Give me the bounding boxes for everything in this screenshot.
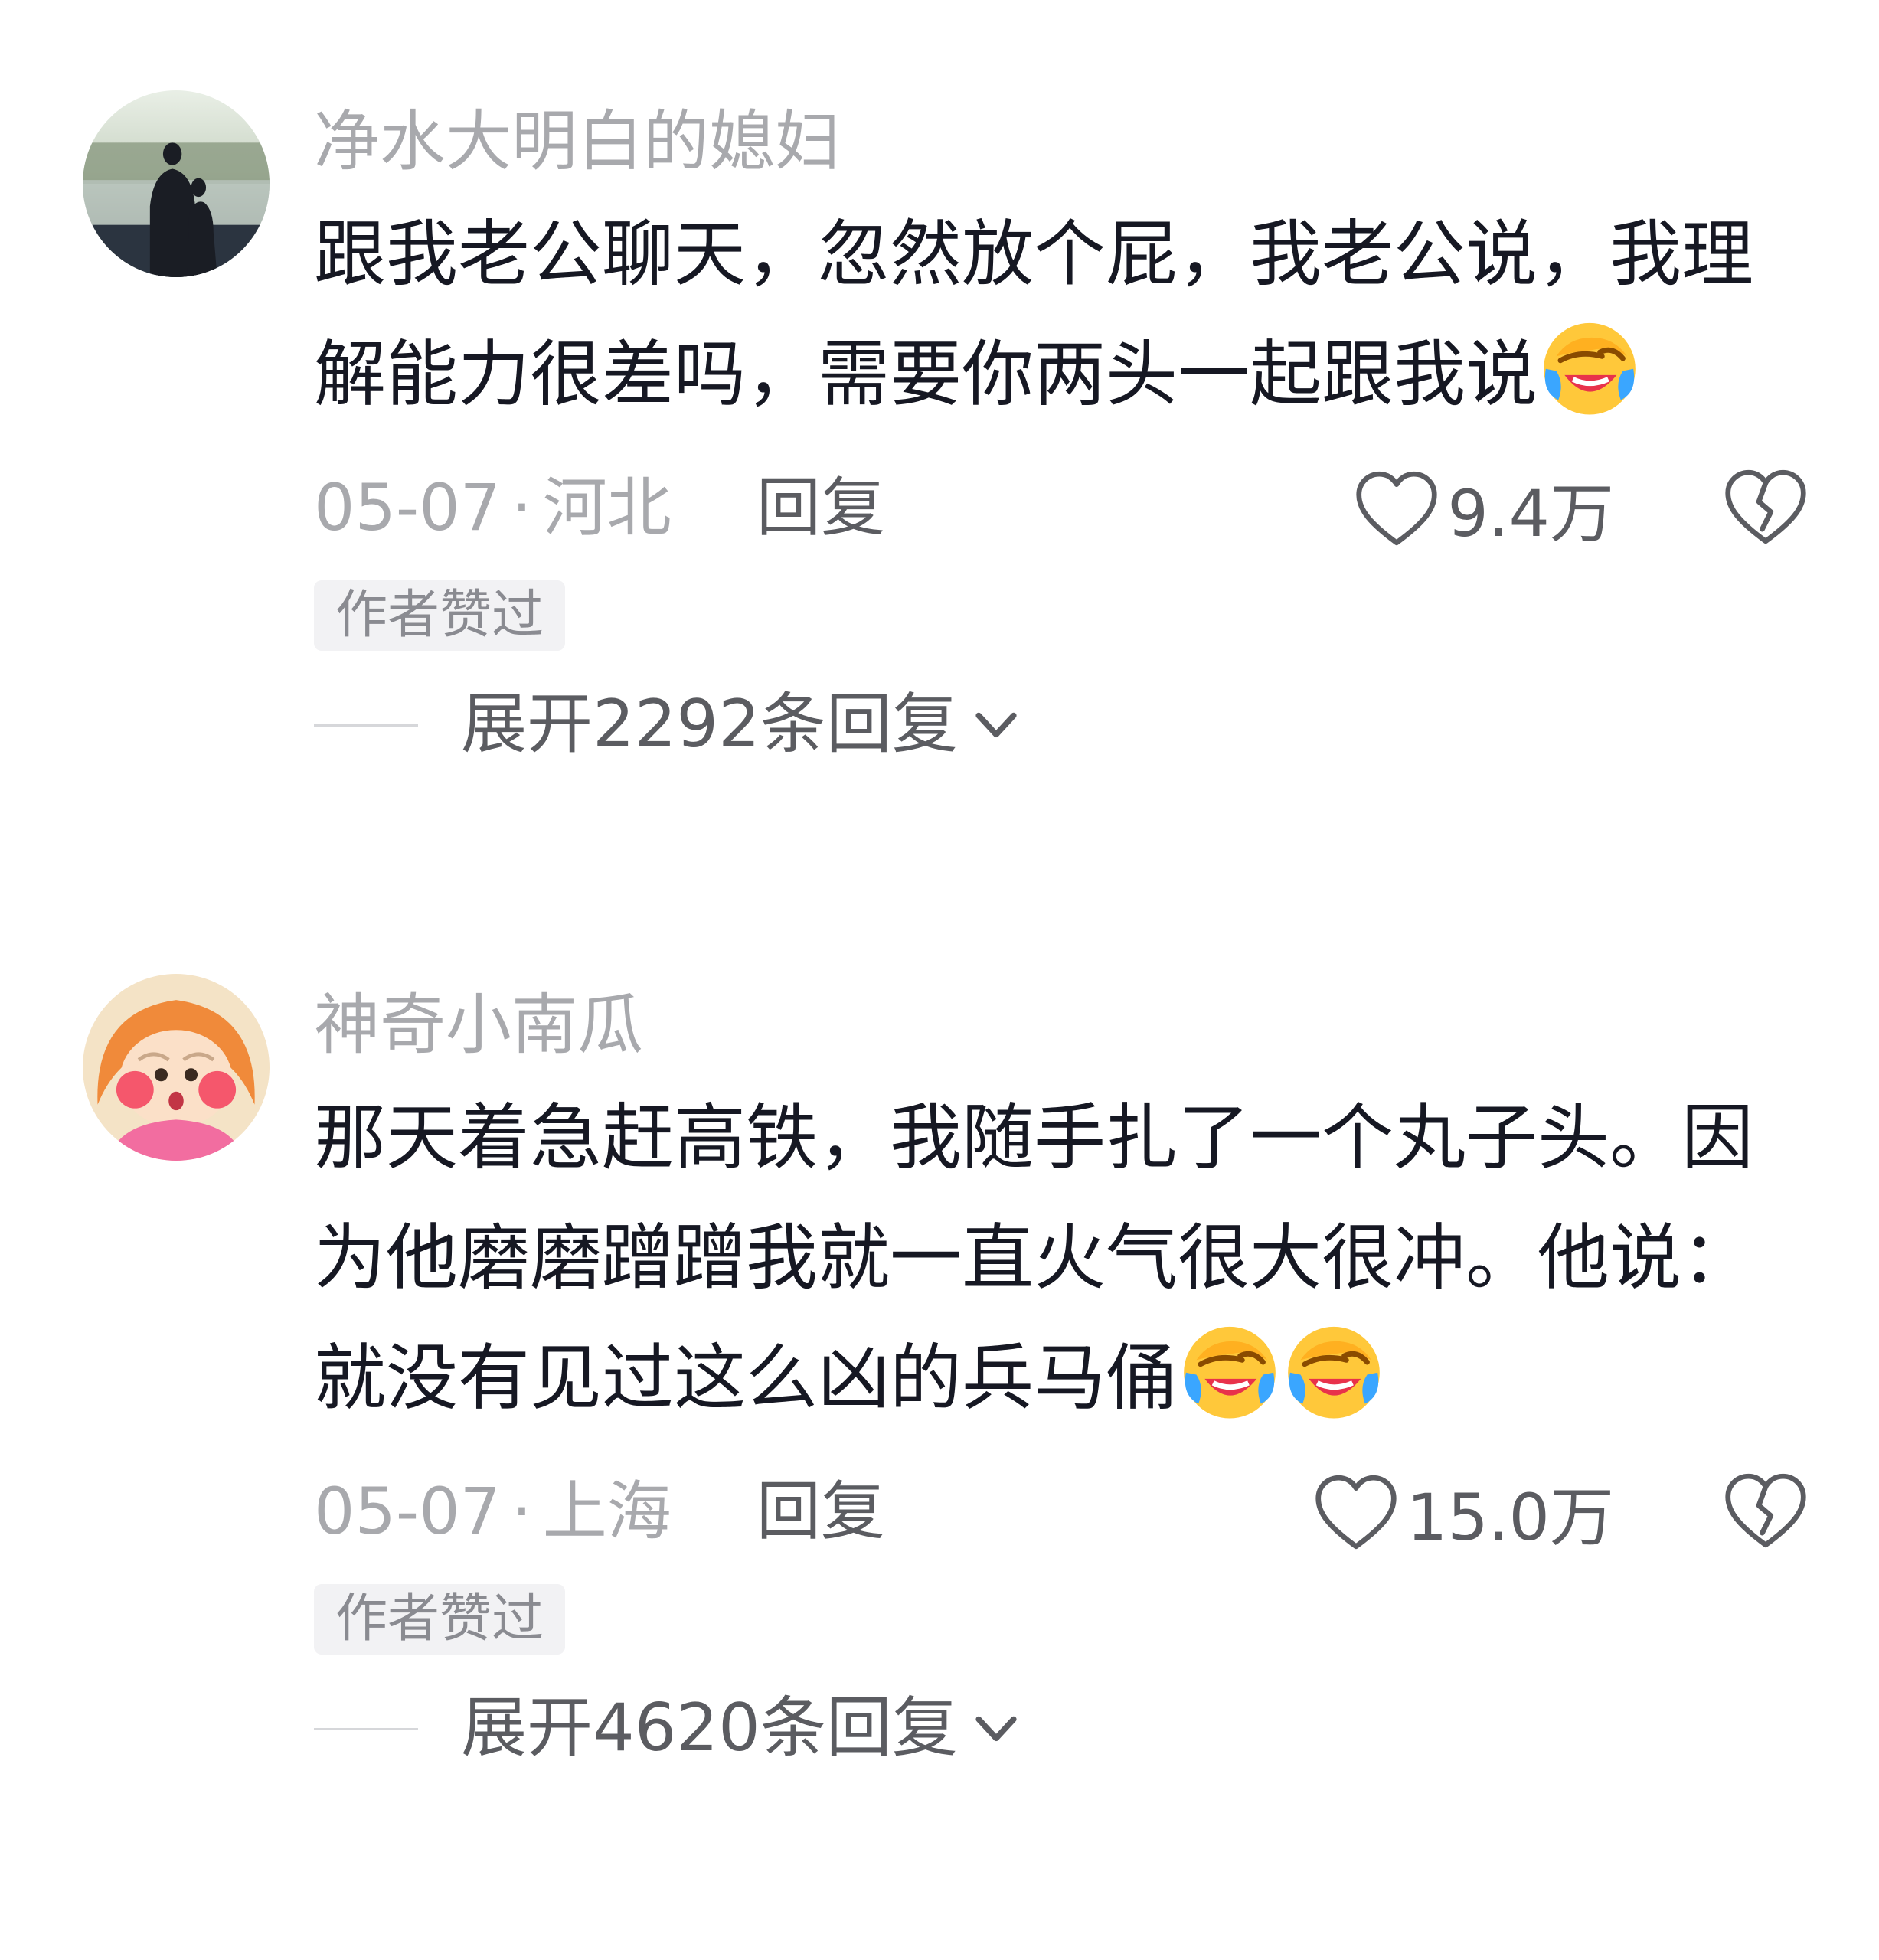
laugh-cry-emoji-icon xyxy=(1282,1318,1386,1423)
expand-replies[interactable]: 展开4620条回复 xyxy=(314,1677,1815,1777)
laugh-cry-emoji-icon xyxy=(1178,1318,1282,1423)
comment-meta: 05-07 · 上海 回复 15.0万 xyxy=(314,1455,1815,1570)
user-avatar[interactable] xyxy=(83,90,270,277)
comment-meta: 05-07 · 河北 回复 9.4万 xyxy=(314,452,1815,567)
expand-replies-label: 展开4620条回复 xyxy=(461,1690,958,1766)
avatar-silhouette-icon xyxy=(83,90,270,277)
dislike-button[interactable] xyxy=(1723,467,1809,547)
comment-text: 跟我老公聊天，忽然放个屁，我老公说，我理解能力很差吗，需要你两头一起跟我说 xyxy=(314,194,1799,435)
expand-replies-label: 展开2292条回复 xyxy=(461,686,958,763)
comment-date: 05-07 xyxy=(314,1474,502,1549)
broken-heart-icon xyxy=(1725,1473,1806,1548)
comment-location: 河北 xyxy=(542,470,672,545)
comment-date-location: 05-07 · 河北 xyxy=(314,466,672,550)
comment-username[interactable]: 净水大明白的媳妇 xyxy=(314,100,1815,184)
comment-location: 上海 xyxy=(542,1474,672,1549)
expand-replies[interactable]: 展开2292条回复 xyxy=(314,674,1815,773)
comment-date-location: 05-07 · 上海 xyxy=(314,1469,672,1553)
expand-replies-button[interactable]: 展开4620条回复 xyxy=(461,1684,1025,1772)
meta-separator: · xyxy=(511,1474,532,1549)
meta-separator: · xyxy=(511,470,532,545)
reply-button[interactable]: 回复 xyxy=(757,466,885,550)
chevron-down-icon xyxy=(975,712,1017,738)
broken-heart-icon xyxy=(1725,469,1806,544)
heart-outline-icon xyxy=(1315,1475,1397,1550)
user-avatar[interactable] xyxy=(83,974,270,1161)
chevron-down-icon xyxy=(975,1716,1017,1742)
heart-outline-icon xyxy=(1356,471,1438,546)
comment-text-content: 那天着急赶高铁，我随手扎了一个丸子头。因为他磨磨蹭蹭我就一直火气很大很冲。他说：… xyxy=(314,1096,1754,1420)
like-count: 9.4万 xyxy=(1447,475,1614,551)
author-liked-badge: 作者赞过 xyxy=(314,580,566,651)
expand-replies-button[interactable]: 展开2292条回复 xyxy=(461,680,1025,769)
comment-text: 那天着急赶高铁，我随手扎了一个丸子头。因为他磨磨蹭蹭我就一直火气很大很冲。他说：… xyxy=(314,1078,1799,1439)
dislike-button[interactable] xyxy=(1723,1471,1809,1550)
comment-date: 05-07 xyxy=(314,470,502,545)
avatar-cartoon-girl-icon xyxy=(83,974,270,1161)
like-button[interactable]: 9.4万 xyxy=(1354,462,1614,554)
expand-divider xyxy=(314,724,418,727)
like-button[interactable]: 15.0万 xyxy=(1313,1466,1614,1558)
like-count: 15.0万 xyxy=(1406,1479,1614,1555)
author-liked-badge: 作者赞过 xyxy=(314,1584,566,1655)
comment-username[interactable]: 神奇小南瓜 xyxy=(314,983,1815,1067)
laugh-cry-emoji-icon xyxy=(1538,315,1642,419)
expand-divider xyxy=(314,1728,418,1730)
reply-button[interactable]: 回复 xyxy=(757,1469,885,1553)
